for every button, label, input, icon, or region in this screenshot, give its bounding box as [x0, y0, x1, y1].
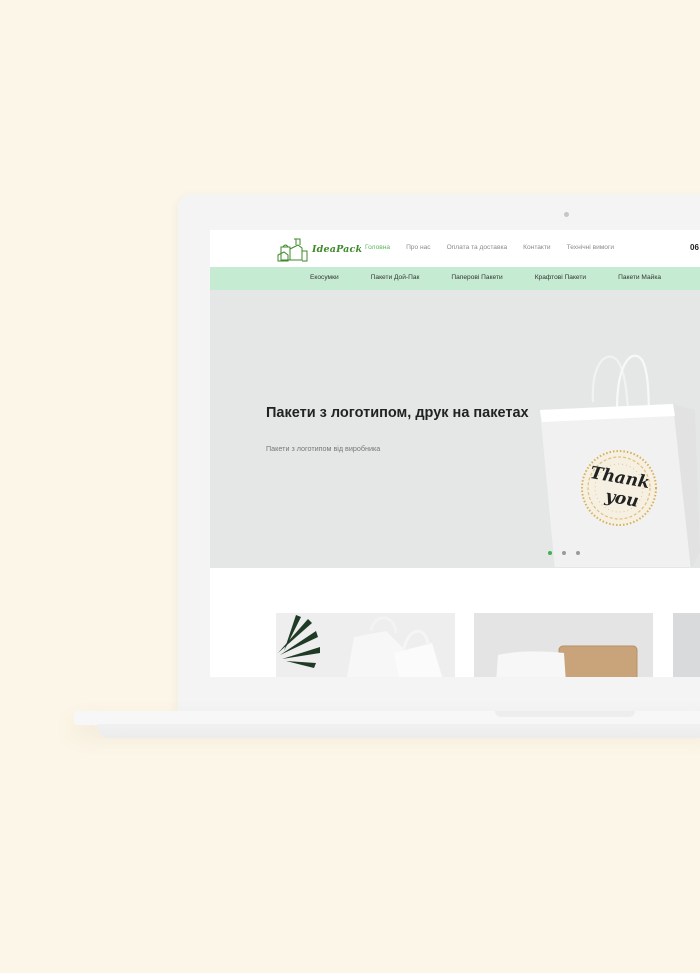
product-card-doypack[interactable]	[474, 613, 653, 677]
product-card-third[interactable]	[673, 613, 700, 677]
category-paper-bags[interactable]: Паперові Пакети	[451, 274, 502, 281]
laptop-camera	[564, 212, 569, 217]
hero-subtitle: Пакети з логотипом від виробника	[266, 444, 381, 453]
nav-item-about[interactable]: Про нас	[406, 244, 431, 251]
hero-slider: Пакети з логотипом, друк на пакетах Паке…	[210, 290, 700, 568]
nav-item-tech-requirements[interactable]: Технічні вимоги	[567, 244, 614, 251]
nav-item-contacts[interactable]: Контакти	[523, 244, 550, 251]
category-doypack[interactable]: Пакети Дой-Пак	[371, 274, 420, 281]
slider-dot-1[interactable]	[548, 551, 552, 555]
laptop-screen: IdeaPack Головна Про нас Оплата та доста…	[210, 230, 700, 677]
category-eco-bags[interactable]: Екосумки	[310, 274, 339, 281]
logo-bags-icon	[277, 238, 308, 262]
hero-title: Пакети з логотипом, друк на пакетах	[266, 405, 529, 421]
shopping-bag-image: Thank you	[540, 354, 700, 567]
site-header: IdeaPack Головна Про нас Оплата та доста…	[210, 230, 700, 268]
main-nav: Головна Про нас Оплата та доставка Конта…	[365, 244, 614, 251]
phone-number[interactable]: 06	[690, 243, 699, 252]
brand-name: IdeaPack	[312, 244, 363, 255]
nav-item-home[interactable]: Головна	[365, 244, 390, 251]
laptop-base-lip	[98, 724, 700, 738]
site-logo[interactable]: IdeaPack	[276, 235, 362, 263]
eco-bag-image	[276, 613, 455, 677]
laptop-notch	[495, 711, 635, 717]
category-kraft-bags[interactable]: Крафтові Пакети	[535, 274, 586, 281]
slider-dots	[548, 551, 580, 555]
slider-dot-2[interactable]	[562, 551, 566, 555]
product-card-eco-bags[interactable]	[276, 613, 455, 677]
category-bar: Екосумки Пакети Дой-Пак Паперові Пакети …	[210, 267, 700, 290]
nav-item-payment-delivery[interactable]: Оплата та доставка	[447, 244, 508, 251]
category-list: Екосумки Пакети Дой-Пак Паперові Пакети …	[310, 274, 661, 281]
slider-dot-3[interactable]	[576, 551, 580, 555]
category-tshirt-bags[interactable]: Пакети Майка	[618, 274, 661, 281]
doypack-image	[474, 613, 653, 677]
